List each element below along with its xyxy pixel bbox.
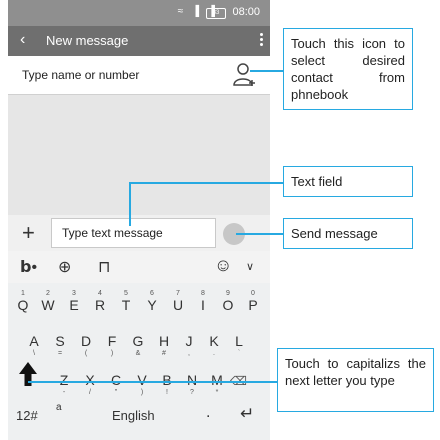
recipient-field[interactable]: Type name or number (8, 56, 270, 95)
key-f[interactable]: F) (100, 333, 124, 357)
key-b[interactable]: B! (155, 372, 179, 396)
text-message-placeholder: Type text message (62, 226, 163, 240)
key-i[interactable]: 8I (191, 290, 215, 313)
key-z[interactable]: Z- (52, 372, 76, 396)
status-time: 08:00 (232, 6, 260, 18)
callout-line-text-field-h (129, 182, 283, 184)
key-m[interactable]: M * (205, 372, 229, 396)
key-g[interactable]: G & (126, 333, 150, 357)
key-t[interactable]: 5T (114, 290, 138, 313)
shift-icon[interactable] (18, 361, 38, 387)
callout-contact-text: Touch this icon to select desired contac… (291, 36, 405, 102)
text-message-field[interactable]: Type text message (51, 218, 216, 248)
callout-line-text-field-v (129, 182, 131, 226)
battery-icon: 83 (206, 8, 226, 19)
phone-screen: ≈ ▐ ▐ 83 08:00 ‹ New message Type name o… (8, 0, 270, 440)
app-bar: ‹ New message (8, 26, 270, 56)
add-contact-icon[interactable] (232, 62, 256, 88)
arrow-back-icon[interactable]: ‹ (20, 31, 25, 49)
key-v[interactable]: V) (130, 372, 154, 396)
key-s[interactable]: S = (48, 333, 72, 357)
shirt-icon[interactable]: ⊓ (98, 257, 110, 277)
callout-send-text: Send message (291, 226, 378, 241)
key-q[interactable]: 1Q (11, 290, 35, 313)
page-title: New message (46, 33, 129, 48)
key-o[interactable]: 9O (216, 290, 240, 313)
callout-line-send (236, 233, 283, 235)
keyboard-toolbar: 𝗯• ⊕ ⊓ ☺ ∨ (8, 251, 270, 283)
key-n[interactable]: N? (180, 372, 204, 396)
smiley-icon[interactable]: ☺ (214, 255, 232, 276)
callout-line-capitalize (28, 381, 278, 383)
plus-icon[interactable]: + (22, 220, 35, 246)
enter-icon[interactable]: ↵ (240, 404, 254, 424)
callout-text-field: Text field (283, 166, 413, 197)
callout-send: Send message (283, 218, 413, 249)
callout-contact: Touch this icon to select desired contac… (283, 28, 413, 110)
key-x[interactable]: X / (78, 372, 102, 396)
key-p[interactable]: 0P (241, 290, 265, 313)
more-vert-icon[interactable] (260, 31, 264, 48)
callout-capitalize-text: Touch to capitalizs the next letter you … (285, 356, 426, 388)
key-e[interactable]: 3E (62, 290, 86, 313)
keyboard: 1Q 2W 3E 4R 5T 6Y 7U 8I 9O 0P A \ S = D( F… (8, 283, 270, 440)
key-k[interactable]: K. (202, 333, 226, 357)
globe-icon[interactable]: ⊕ (58, 257, 71, 277)
composer: + Type text message (8, 215, 270, 251)
key-l[interactable]: L ` (227, 333, 251, 357)
space-key[interactable]: English (112, 408, 155, 423)
key-h[interactable]: H # (152, 333, 176, 357)
callout-line-contact (250, 70, 284, 72)
key-u[interactable]: 7U (166, 290, 190, 313)
handwriting-icon[interactable]: 𝗯• (20, 257, 37, 277)
callout-text-field-text: Text field (291, 174, 343, 189)
key-r[interactable]: 4R (88, 290, 112, 313)
symbols-key[interactable]: 12# (16, 408, 38, 423)
message-thread-area (8, 95, 270, 215)
recipient-placeholder: Type name or number (22, 68, 140, 82)
key-d[interactable]: D( (74, 333, 98, 357)
status-bar: ≈ ▐ ▐ 83 08:00 (8, 0, 270, 26)
chevron-down-icon[interactable]: ∨ (246, 260, 254, 273)
period-key[interactable]: . (206, 404, 210, 422)
key-y[interactable]: 6Y (140, 290, 164, 313)
key-a[interactable]: A \ (22, 333, 46, 357)
key-c[interactable]: C " (104, 372, 128, 396)
alt-key[interactable]: a (56, 402, 62, 413)
key-w[interactable]: 2W (36, 290, 60, 313)
callout-capitalize: Touch to capitalizs the next letter you … (277, 348, 434, 412)
key-j[interactable]: J, (177, 333, 201, 357)
